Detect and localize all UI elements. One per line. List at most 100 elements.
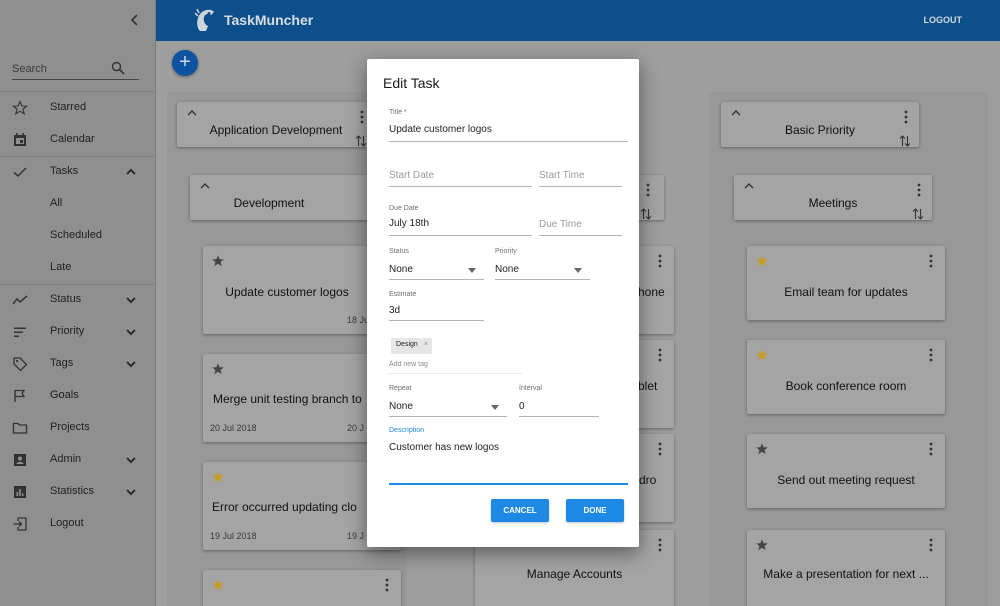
star-icon[interactable]	[211, 254, 225, 268]
task-title: Manage Accounts	[526, 567, 623, 581]
interval-field[interactable]: Interval 0	[519, 385, 599, 417]
add-task-button[interactable]: +	[172, 50, 198, 76]
add-tag-input[interactable]	[389, 358, 519, 370]
task-title: Send out meeting request	[777, 473, 915, 487]
priority-select[interactable]: Priority None	[495, 248, 590, 280]
more-vert-icon[interactable]	[385, 578, 389, 592]
cancel-button[interactable]: CANCEL	[491, 499, 549, 522]
field-value[interactable]: Customer has new logos	[389, 442, 499, 453]
dropdown-arrow-icon[interactable]	[491, 405, 499, 410]
task-card[interactable]: Send out meeting request	[747, 434, 945, 508]
chevron-left-icon[interactable]	[128, 12, 142, 28]
star-filled-icon[interactable]	[211, 470, 225, 484]
sidebar-item-projects[interactable]: Projects	[0, 412, 156, 444]
field-label: Due Date	[389, 205, 419, 212]
star-icon[interactable]	[755, 538, 769, 552]
more-vert-icon[interactable]	[658, 348, 662, 362]
sidebar-item-statistics[interactable]: Statistics	[0, 476, 156, 508]
task-title: Update customer logos	[225, 285, 349, 299]
chevron-down-icon[interactable]	[125, 294, 137, 306]
star-filled-icon[interactable]	[755, 254, 769, 268]
caret-up-icon[interactable]	[187, 109, 197, 117]
task-card[interactable]: Make a presentation for next ...	[747, 530, 945, 606]
more-vert-icon[interactable]	[929, 254, 933, 268]
task-card[interactable]: Email team for updates	[747, 246, 945, 320]
star-filled-icon[interactable]	[211, 578, 225, 592]
sidebar-item-late[interactable]: Late	[0, 252, 156, 284]
more-vert-icon[interactable]	[658, 254, 662, 268]
sidebar-item-tasks[interactable]: Tasks	[0, 156, 156, 188]
more-vert-icon[interactable]	[929, 538, 933, 552]
task-title: Make a presentation for next ...	[763, 567, 929, 581]
group-header[interactable]: Meetings	[734, 175, 932, 220]
start-time-field[interactable]: Start Time	[539, 167, 622, 187]
start-date-field[interactable]: Start Date	[389, 167, 532, 187]
chevron-down-icon[interactable]	[125, 358, 137, 370]
sidebar-item-goals[interactable]: Goals	[0, 380, 156, 412]
tag-chip[interactable]: Design ×	[391, 338, 432, 354]
sort-icon[interactable]	[355, 134, 367, 148]
sidebar-item-admin[interactable]: Admin	[0, 444, 156, 476]
due-date-field[interactable]: Due Date July 18th	[389, 205, 532, 236]
sort-icon[interactable]	[640, 207, 652, 221]
field-value[interactable]: July 18th	[389, 218, 429, 229]
chevron-up-icon[interactable]	[125, 166, 137, 178]
field-value[interactable]: Update customer logos	[389, 124, 492, 135]
repeat-select[interactable]: Repeat None	[389, 385, 507, 417]
due-time-field[interactable]: Due Time	[539, 216, 622, 236]
sidebar-item-tags[interactable]: Tags	[0, 348, 156, 380]
task-date: 19 Jul 2018	[210, 531, 257, 541]
caret-up-icon[interactable]	[731, 109, 741, 117]
sidebar-item-all[interactable]: All	[0, 188, 156, 220]
more-vert-icon[interactable]	[929, 442, 933, 456]
caret-up-icon[interactable]	[200, 182, 210, 190]
more-vert-icon[interactable]	[917, 183, 921, 197]
star-icon[interactable]	[755, 442, 769, 456]
star-icon[interactable]	[211, 362, 225, 376]
more-vert-icon[interactable]	[929, 348, 933, 362]
task-title: dro	[639, 473, 657, 487]
status-select[interactable]: Status None	[389, 248, 484, 280]
sidebar-item-label: Statistics	[50, 485, 95, 497]
field-value[interactable]: 0	[519, 401, 525, 412]
task-card[interactable]: Book conference room	[747, 340, 945, 414]
sidebar-item-calendar[interactable]: Calendar	[0, 124, 156, 156]
more-vert-icon[interactable]	[360, 110, 364, 124]
sidebar-item-priority[interactable]: Priority	[0, 316, 156, 348]
search-input[interactable]	[12, 61, 112, 77]
caret-up-icon[interactable]	[744, 182, 754, 190]
sidebar-item-status[interactable]: Status	[0, 284, 156, 316]
more-vert-icon[interactable]	[646, 183, 650, 197]
field-label: Status	[389, 248, 409, 255]
task-card[interactable]	[203, 570, 401, 606]
estimate-field[interactable]: Estimate 3d	[389, 291, 484, 321]
chevron-down-icon[interactable]	[125, 454, 137, 466]
dropdown-arrow-icon[interactable]	[574, 268, 582, 273]
sort-icon[interactable]	[899, 134, 911, 148]
chevron-down-icon[interactable]	[125, 486, 137, 498]
tag-label: Design	[396, 341, 418, 348]
chevron-down-icon[interactable]	[125, 326, 137, 338]
done-button[interactable]: DONE	[566, 499, 624, 522]
dropdown-arrow-icon[interactable]	[468, 268, 476, 273]
search-icon[interactable]	[111, 61, 125, 75]
star-filled-icon[interactable]	[755, 348, 769, 362]
sidebar-item-logout[interactable]: Logout	[0, 508, 156, 540]
more-vert-icon[interactable]	[658, 538, 662, 552]
task-title: Email team for updates	[784, 285, 908, 299]
logout-button[interactable]: LOGOUT	[924, 15, 963, 25]
close-icon[interactable]: ×	[424, 341, 428, 348]
sort-icon[interactable]	[912, 207, 924, 221]
group-header[interactable]: Development	[190, 175, 388, 220]
sidebar-item-scheduled[interactable]: Scheduled	[0, 220, 156, 252]
sidebar-item-starred[interactable]: Starred	[0, 92, 156, 124]
more-vert-icon[interactable]	[904, 110, 908, 124]
project-header[interactable]: Basic Priority	[721, 102, 919, 147]
calendar-icon	[14, 133, 26, 146]
field-value[interactable]: 3d	[389, 305, 400, 316]
project-header[interactable]: Application Development	[177, 102, 375, 147]
more-vert-icon[interactable]	[658, 442, 662, 456]
monster-logo-icon	[194, 8, 214, 31]
description-field[interactable]: Description Customer has new logos	[389, 427, 628, 485]
title-field[interactable]: Title * Update customer logos	[389, 109, 628, 142]
